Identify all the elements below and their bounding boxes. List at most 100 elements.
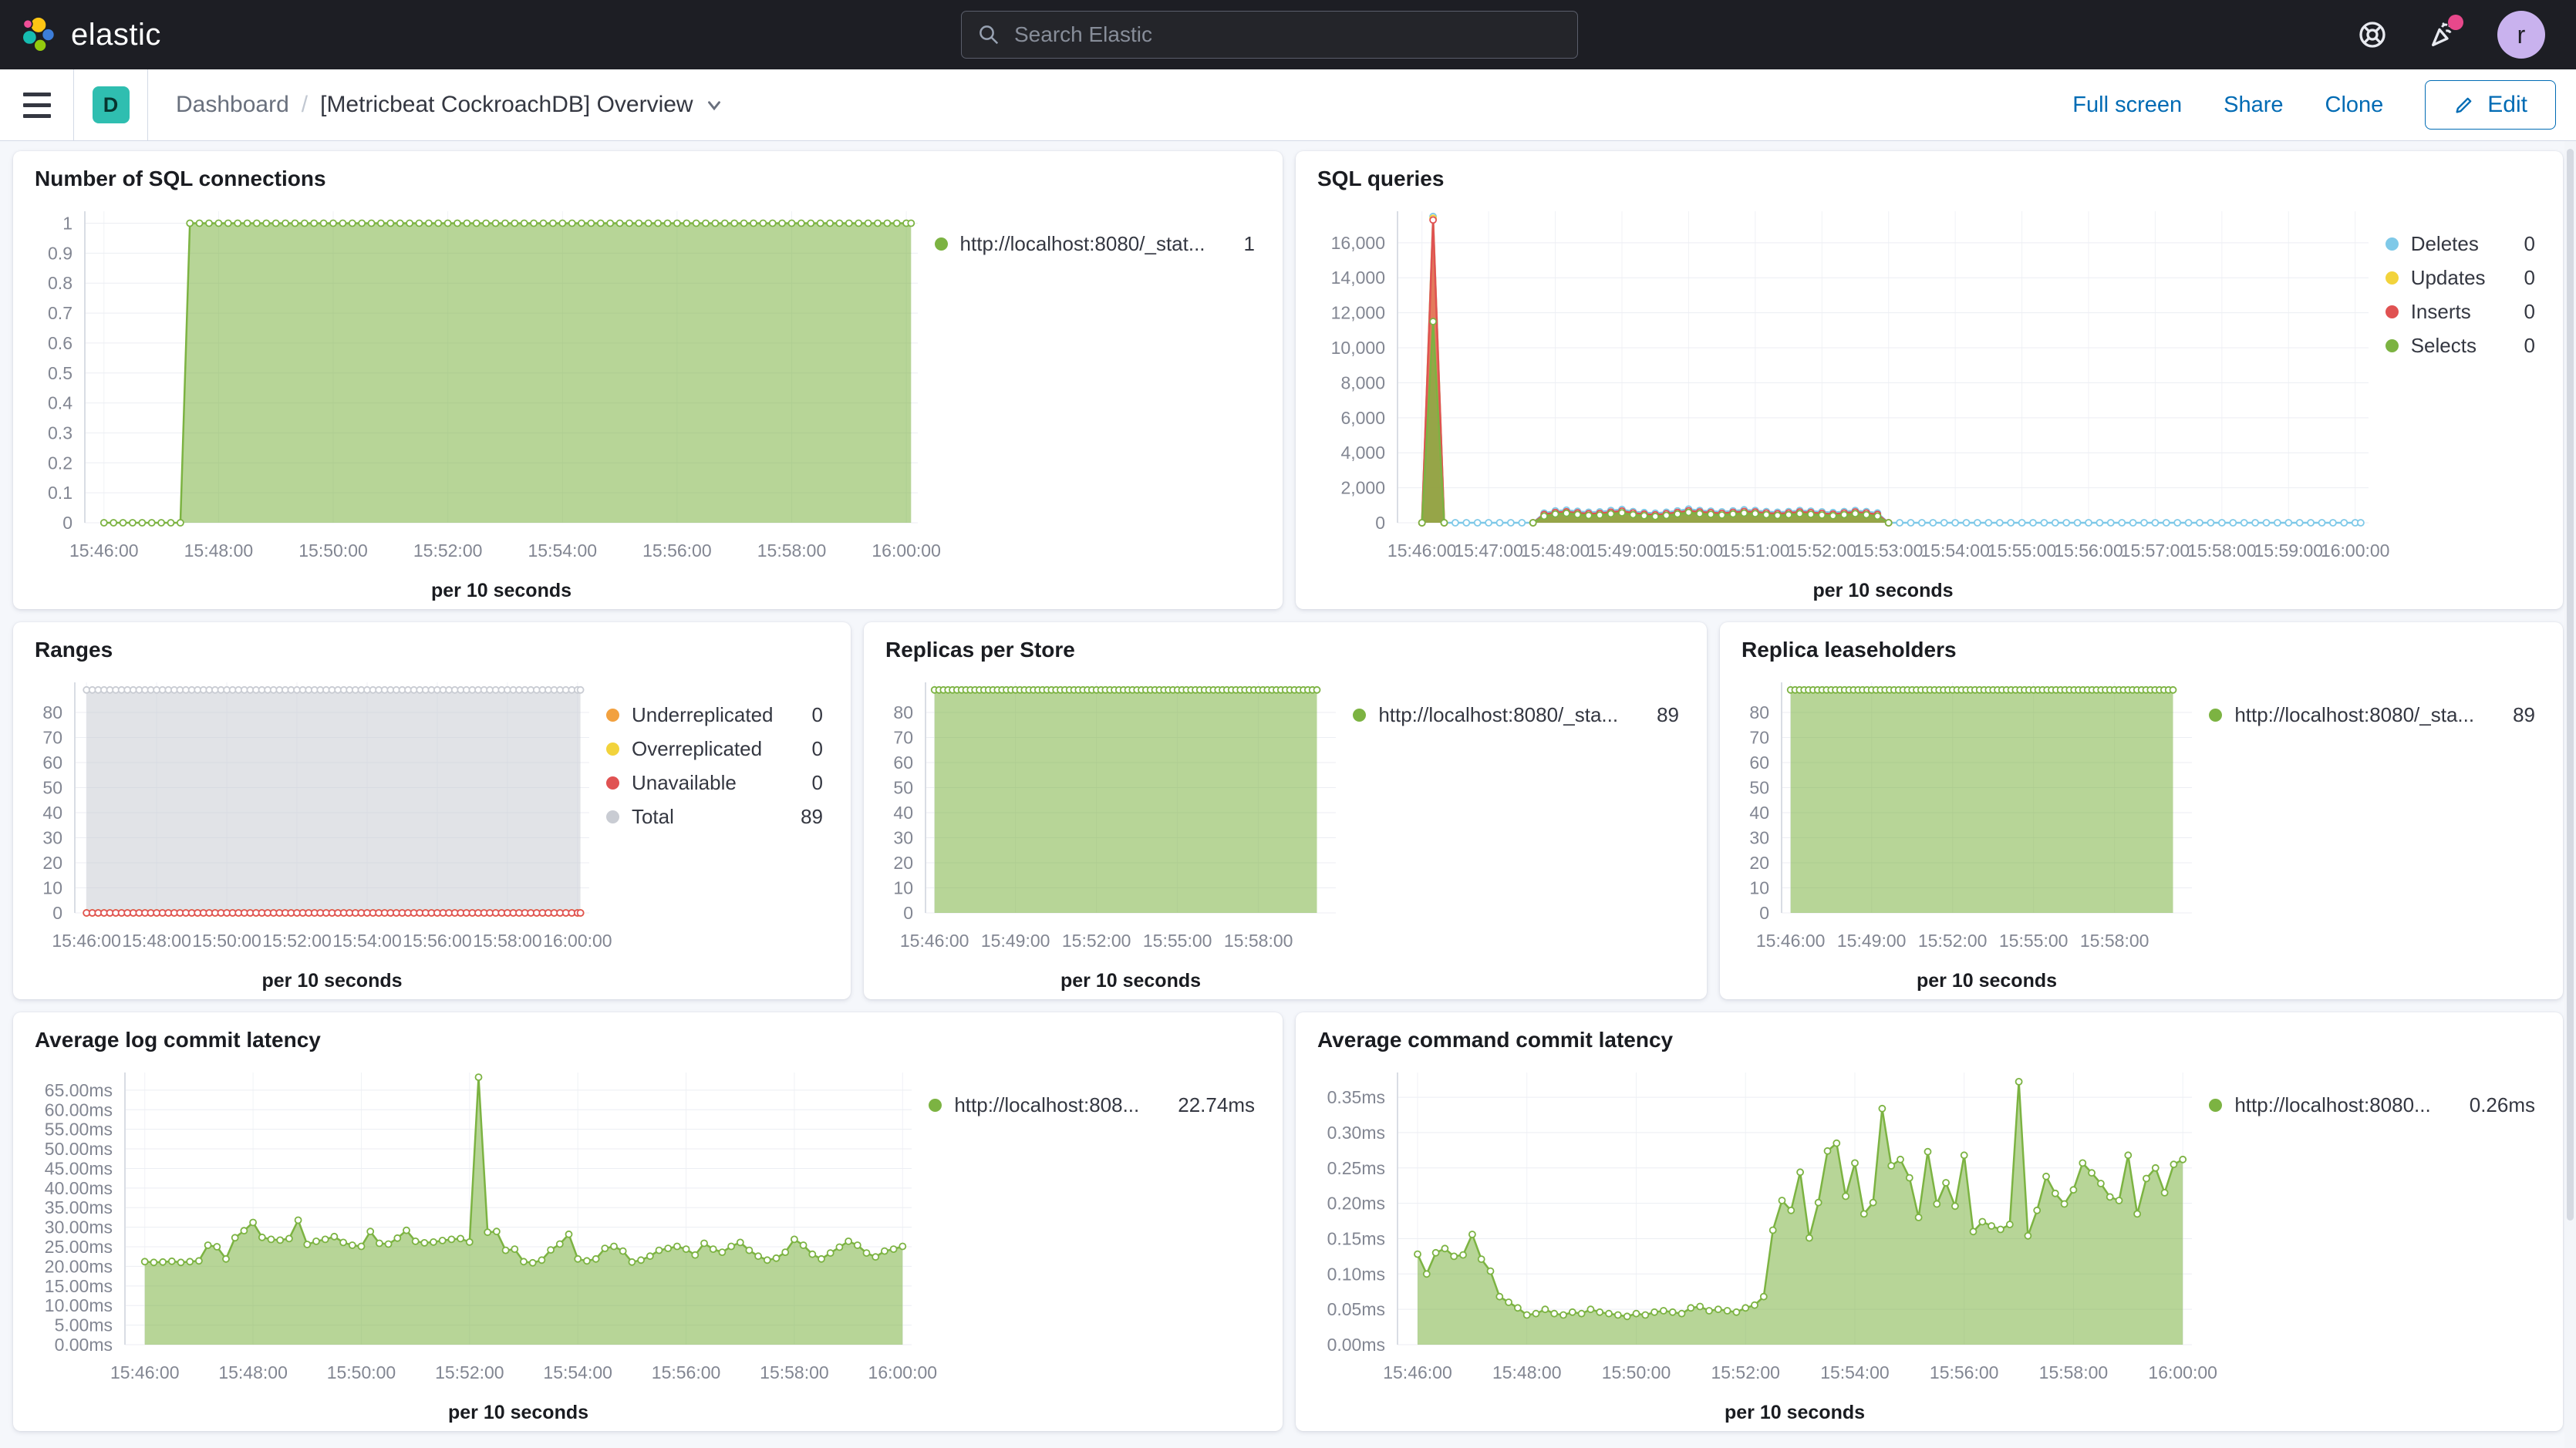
chart-canvas[interactable]: 15:46:0015:48:0015:50:0015:52:0015:54:00… bbox=[1305, 1062, 2204, 1425]
data-point bbox=[789, 221, 795, 227]
legend-item[interactable]: http://localhost:8080...0.26ms bbox=[2209, 1088, 2535, 1122]
dashboard-title-menu[interactable]: [Metricbeat CockroachDB] Overview bbox=[320, 92, 724, 118]
data-point bbox=[674, 1244, 680, 1250]
legend-item[interactable]: http://localhost:808...22.74ms bbox=[929, 1088, 1255, 1122]
data-point bbox=[864, 1250, 870, 1256]
user-avatar[interactable]: r bbox=[2497, 11, 2545, 59]
y-axis-label: 5.00ms bbox=[55, 1315, 113, 1335]
data-point bbox=[1314, 687, 1320, 693]
legend-item[interactable]: Unavailable0 bbox=[606, 766, 823, 800]
data-point bbox=[413, 1238, 419, 1244]
chart-command-commit-latency[interactable]: 15:46:0015:48:0015:50:0015:52:0015:54:00… bbox=[1305, 1062, 2204, 1425]
data-point bbox=[467, 1239, 473, 1245]
chart-canvas[interactable]: 15:46:0015:48:0015:50:0015:52:0015:54:00… bbox=[22, 200, 930, 603]
chart-log-commit-latency[interactable]: 15:46:0015:48:0015:50:0015:52:0015:54:00… bbox=[22, 1062, 924, 1425]
menu-button[interactable] bbox=[0, 69, 74, 141]
legend-item[interactable]: Selects0 bbox=[2385, 328, 2535, 362]
data-point bbox=[593, 1256, 599, 1262]
data-point bbox=[1451, 1253, 1457, 1259]
x-axis-title: per 10 seconds bbox=[1812, 580, 1953, 601]
data-point bbox=[1870, 1200, 1876, 1206]
legend-item[interactable]: Deletes0 bbox=[2385, 227, 2535, 261]
legend-label: http://localhost:8080/_sta... bbox=[1378, 703, 1618, 727]
y-axis-label: 0.5 bbox=[48, 363, 72, 383]
header-actions: r bbox=[2355, 0, 2545, 69]
chart-canvas[interactable]: 15:46:0015:48:0015:50:0015:52:0015:54:00… bbox=[22, 672, 602, 993]
dashboard-app-badge[interactable]: D bbox=[93, 86, 130, 123]
y-axis-label: 0.1 bbox=[48, 483, 72, 503]
data-point bbox=[2297, 520, 2303, 526]
data-point bbox=[2162, 1190, 2168, 1196]
chart-sql-connections[interactable]: 15:46:0015:48:0015:50:0015:52:0015:54:00… bbox=[22, 200, 930, 603]
data-point bbox=[259, 1234, 265, 1241]
chart-replicas-per-store[interactable]: 15:46:0015:49:0015:52:0015:55:0015:58:00… bbox=[873, 672, 1348, 993]
chart-canvas[interactable]: 15:46:0015:49:0015:52:0015:55:0015:58:00… bbox=[1729, 672, 2204, 993]
legend-item[interactable]: http://localhost:8080/_stat...1 bbox=[935, 227, 1255, 261]
data-point bbox=[206, 221, 212, 227]
data-point bbox=[313, 1238, 319, 1244]
legend-item[interactable]: Inserts0 bbox=[2385, 295, 2535, 328]
help-button[interactable] bbox=[2355, 18, 2389, 52]
chart-canvas[interactable]: 15:46:0015:48:0015:50:0015:52:0015:54:00… bbox=[22, 1062, 924, 1425]
data-point bbox=[710, 1246, 716, 1252]
chart-canvas[interactable]: 15:46:0015:47:0015:48:0015:49:0015:50:00… bbox=[1305, 200, 2381, 603]
data-point bbox=[636, 221, 642, 227]
data-point bbox=[611, 1244, 617, 1250]
chart-replica-leaseholders[interactable]: 15:46:0015:49:0015:52:0015:55:0015:58:00… bbox=[1729, 672, 2204, 993]
data-point bbox=[2174, 520, 2180, 526]
data-point bbox=[791, 1236, 797, 1242]
data-point bbox=[359, 221, 365, 227]
data-point bbox=[818, 221, 824, 227]
share-button[interactable]: Share bbox=[2224, 93, 2283, 118]
search-input[interactable] bbox=[1013, 22, 1562, 48]
x-axis-label: 15:56:00 bbox=[403, 931, 472, 951]
y-axis-label: 30 bbox=[1749, 828, 1769, 848]
brand[interactable]: elastic bbox=[22, 0, 161, 69]
chart-legend: Underreplicated0Overreplicated0Unavailab… bbox=[602, 672, 841, 993]
data-point bbox=[2063, 520, 2069, 526]
data-point bbox=[1930, 520, 1936, 526]
data-point bbox=[2116, 1197, 2123, 1204]
global-search[interactable] bbox=[961, 11, 1578, 59]
x-axis-label: 15:50:00 bbox=[1654, 540, 1724, 561]
data-point bbox=[273, 221, 279, 227]
full-screen-button[interactable]: Full screen bbox=[2072, 93, 2182, 118]
chart-canvas[interactable]: 15:46:0015:49:0015:52:0015:55:0015:58:00… bbox=[873, 672, 1348, 993]
data-point bbox=[782, 1249, 788, 1255]
breadcrumb-dashboard[interactable]: Dashboard bbox=[176, 92, 289, 118]
data-point bbox=[569, 221, 575, 227]
data-point bbox=[178, 1259, 184, 1265]
y-axis-label: 80 bbox=[893, 702, 913, 722]
scrollbar-thumb[interactable] bbox=[2567, 149, 2574, 1221]
x-axis-label: 15:50:00 bbox=[298, 540, 368, 561]
legend-label: Updates bbox=[2411, 266, 2486, 290]
x-axis-label: 16:00:00 bbox=[2321, 540, 2390, 561]
legend-item[interactable]: Updates0 bbox=[2385, 261, 2535, 295]
edit-button[interactable]: Edit bbox=[2425, 80, 2556, 130]
legend-item[interactable]: http://localhost:8080/_sta...89 bbox=[2209, 698, 2535, 732]
y-axis-label: 30 bbox=[893, 828, 913, 848]
legend-item[interactable]: Underreplicated0 bbox=[606, 698, 823, 732]
data-point bbox=[1808, 511, 1814, 517]
chart-ranges[interactable]: 15:46:0015:48:0015:50:0015:52:0015:54:00… bbox=[22, 672, 602, 993]
page-title: [Metricbeat CockroachDB] Overview bbox=[320, 92, 693, 118]
data-point bbox=[1825, 1148, 1831, 1154]
panel-title: Ranges bbox=[13, 622, 851, 662]
data-point bbox=[741, 221, 747, 227]
legend-item[interactable]: Total89 bbox=[606, 800, 823, 833]
legend-label: Deletes bbox=[2411, 232, 2479, 256]
chart-sql-queries[interactable]: 15:46:0015:47:0015:48:0015:49:0015:50:00… bbox=[1305, 200, 2381, 603]
y-axis-label: 0.00ms bbox=[1327, 1335, 1385, 1355]
clone-button[interactable]: Clone bbox=[2325, 93, 2384, 118]
newsfeed-button[interactable] bbox=[2426, 18, 2460, 52]
data-point bbox=[1597, 512, 1603, 518]
data-point bbox=[2041, 520, 2047, 526]
panel-title: Replicas per Store bbox=[864, 622, 1707, 662]
y-axis-label: 0.10ms bbox=[1327, 1264, 1385, 1284]
y-axis-label: 0.35ms bbox=[1327, 1087, 1385, 1107]
y-axis-label: 0 bbox=[52, 903, 62, 923]
data-point bbox=[1897, 520, 1903, 526]
legend-item[interactable]: Overreplicated0 bbox=[606, 732, 823, 766]
legend-item[interactable]: http://localhost:8080/_sta...89 bbox=[1353, 698, 1679, 732]
legend-label: Inserts bbox=[2411, 300, 2471, 324]
